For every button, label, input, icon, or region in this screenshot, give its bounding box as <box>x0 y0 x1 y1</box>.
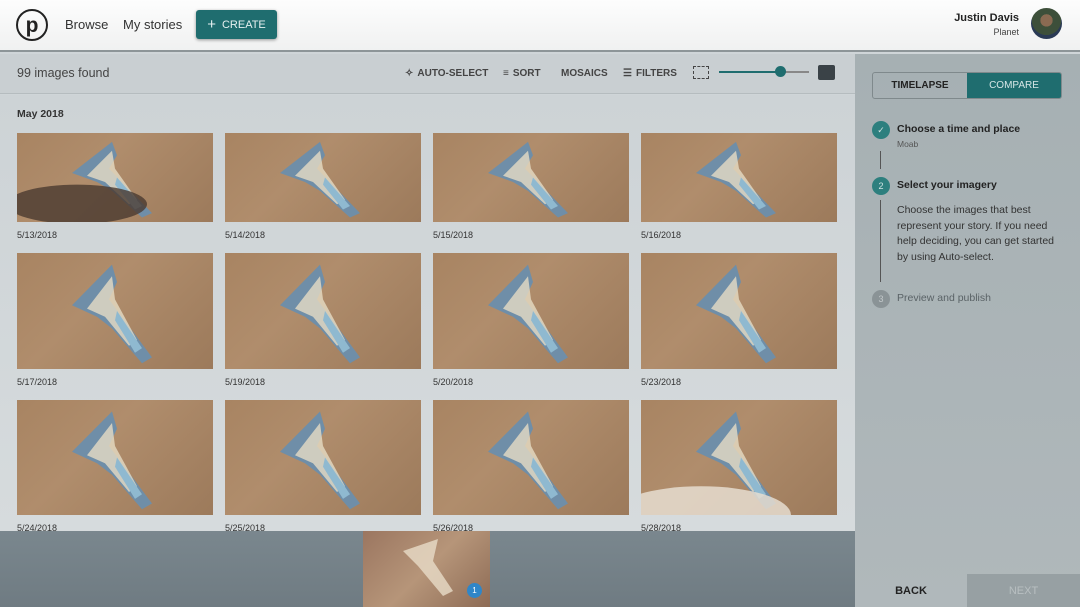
image-card[interactable]: 5/19/2018 <box>225 253 421 387</box>
auto-select-button[interactable]: ✧ AUTO-SELECT <box>405 68 488 79</box>
image-toolbar: 99 images found ✧ AUTO-SELECT ≡ SORT MOSAI… <box>0 54 855 94</box>
avatar[interactable] <box>1031 8 1062 39</box>
image-date: 5/20/2018 <box>433 377 474 387</box>
auto-select-label: AUTO-SELECT <box>417 68 489 79</box>
satellite-image[interactable] <box>17 400 213 515</box>
next-button[interactable]: NEXT <box>967 574 1080 607</box>
step-title: Preview and publish <box>897 292 991 304</box>
user-info[interactable]: Justin Davis Planet <box>954 12 1019 37</box>
user-org: Planet <box>993 27 1019 37</box>
image-card[interactable]: 5/23/2018 <box>641 253 837 387</box>
step-3[interactable]: 3 Preview and publish <box>872 290 991 308</box>
filters-label: FILTERS <box>635 68 677 79</box>
tab-compare[interactable]: COMPARE <box>967 73 1061 98</box>
create-button[interactable]: + CREATE <box>196 10 277 39</box>
step-title: Choose a time and place <box>897 123 1021 135</box>
step-subtitle: Moab <box>897 139 919 149</box>
selected-tray <box>0 531 855 607</box>
image-date: 5/23/2018 <box>641 377 682 387</box>
satellite-image[interactable] <box>641 400 837 515</box>
nav-my-stories[interactable]: My stories <box>123 17 182 32</box>
tab-timelapse[interactable]: TIMELAPSE <box>873 73 967 98</box>
planet-logo[interactable]: p <box>16 9 48 41</box>
satellite-image[interactable] <box>433 133 629 222</box>
satellite-image[interactable] <box>225 253 421 369</box>
image-card[interactable]: 5/20/2018 <box>433 253 629 387</box>
satellite-image[interactable] <box>17 133 213 222</box>
satellite-image[interactable] <box>433 253 629 369</box>
step-1[interactable]: ✓ Choose a time and place Moab <box>872 121 1020 149</box>
check-icon: ✓ <box>872 121 890 139</box>
filters-button[interactable]: ☰ FILTERS <box>623 68 677 79</box>
image-date: 5/19/2018 <box>225 377 266 387</box>
satellite-image[interactable] <box>17 253 213 369</box>
plus-icon: + <box>207 16 216 33</box>
create-label: CREATE <box>221 18 266 31</box>
image-date: 5/13/2018 <box>17 230 58 240</box>
sort-label: SORT <box>512 68 541 79</box>
small-thumbnail-icon[interactable] <box>693 66 709 79</box>
user-name: Justin Davis <box>954 12 1019 24</box>
image-date: 5/16/2018 <box>641 230 682 240</box>
thumbnail-size-slider[interactable] <box>719 66 809 77</box>
nav-browse[interactable]: Browse <box>65 17 108 32</box>
selection-count-badge: 1 <box>467 583 482 598</box>
mosaics-button[interactable]: MOSAICS <box>561 68 608 79</box>
step-number: 2 <box>872 177 890 195</box>
satellite-image[interactable] <box>641 133 837 222</box>
images-count: 99 images found <box>17 66 110 80</box>
step-description: Choose the images that best represent yo… <box>897 204 1055 263</box>
step-2[interactable]: 2 Select your imagery <box>872 177 997 195</box>
image-card[interactable]: 5/15/2018 <box>433 133 629 240</box>
image-date: 5/14/2018 <box>225 230 266 240</box>
image-card[interactable]: 5/17/2018 <box>17 253 213 387</box>
image-card[interactable]: 5/25/2018 <box>225 400 421 533</box>
image-card[interactable]: 5/24/2018 <box>17 400 213 533</box>
mosaics-label: MOSAICS <box>561 68 608 79</box>
slider-knob[interactable] <box>775 66 787 77</box>
satellite-image[interactable] <box>225 400 421 515</box>
filters-icon: ☰ <box>623 68 632 79</box>
sort-icon: ≡ <box>503 68 509 79</box>
mode-toggle: TIMELAPSE COMPARE <box>872 72 1062 99</box>
magic-wand-icon: ✧ <box>405 68 414 79</box>
image-card[interactable]: 5/14/2018 <box>225 133 421 240</box>
month-heading: May 2018 <box>17 108 64 120</box>
image-card[interactable]: 5/13/2018 <box>17 133 213 240</box>
satellite-image[interactable] <box>433 400 629 515</box>
story-sidebar: TIMELAPSE COMPARE ✓ Choose a time and pla… <box>855 54 1080 607</box>
satellite-image[interactable] <box>641 253 837 369</box>
image-card[interactable]: 5/28/2018 <box>641 400 837 533</box>
image-card[interactable]: 5/16/2018 <box>641 133 837 240</box>
image-date: 5/17/2018 <box>17 377 58 387</box>
image-grid: May 2018 5/13/2018 5/14/2018 5/15/2018 5/16… <box>0 95 855 533</box>
step-title: Select your imagery <box>897 179 997 191</box>
image-date: 5/15/2018 <box>433 230 474 240</box>
step-connector <box>880 151 881 169</box>
sort-button[interactable]: ≡ SORT <box>503 68 541 79</box>
large-thumbnail-icon[interactable] <box>818 65 835 80</box>
satellite-image[interactable] <box>225 133 421 222</box>
top-bar: p Browse My stories + CREATE Justin Davis… <box>0 0 1080 52</box>
step-connector <box>880 200 881 282</box>
image-card[interactable]: 5/26/2018 <box>433 400 629 533</box>
back-button[interactable]: BACK <box>855 574 967 607</box>
step-number: 3 <box>872 290 890 308</box>
